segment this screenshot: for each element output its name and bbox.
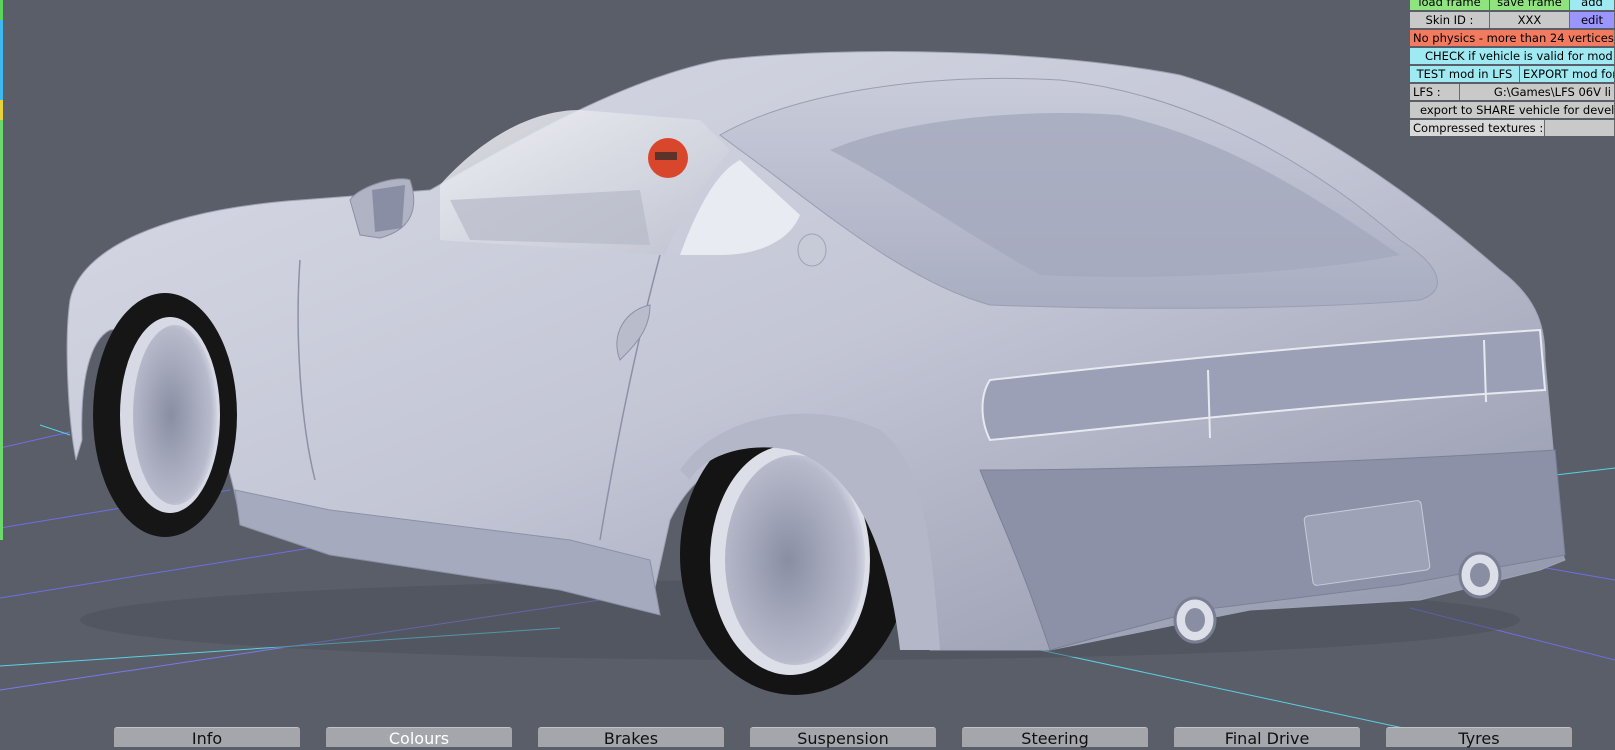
export-share-button[interactable]: export to SHARE vehicle for develo [1410, 102, 1615, 118]
3d-viewport[interactable] [0, 0, 1615, 743]
save-frame-button[interactable]: save frame [1490, 0, 1570, 10]
car-model-icon [66, 51, 1566, 695]
tab-tyres[interactable]: Tyres [1386, 727, 1572, 748]
lfs-label: LFS : [1410, 84, 1460, 100]
compressed-textures-label: Compressed textures : [1410, 120, 1545, 136]
tab-info[interactable]: Info [114, 727, 300, 748]
left-edge-strip [0, 0, 3, 560]
tab-suspension[interactable]: Suspension [750, 727, 936, 748]
compressed-textures-toggle[interactable] [1545, 120, 1615, 136]
load-frame-button[interactable]: load frame [1410, 0, 1490, 10]
export-mod-button[interactable]: EXPORT mod for [1520, 66, 1615, 82]
share-row: export to SHARE vehicle for develo [1410, 102, 1615, 118]
lfs-path-row: LFS : G:\Games\LFS 06V li [1410, 84, 1615, 100]
tab-brakes[interactable]: Brakes [538, 727, 724, 748]
no-physics-warning: No physics - more than 24 vertices in lo [1410, 30, 1615, 46]
lfs-path-field[interactable]: G:\Games\LFS 06V li [1460, 84, 1615, 100]
skin-row: Skin ID : XXX edit [1410, 12, 1615, 28]
add-button[interactable]: add [1570, 0, 1615, 10]
tab-steering[interactable]: Steering [962, 727, 1148, 748]
physics-warning-row: No physics - more than 24 vertices in lo [1410, 30, 1615, 46]
check-row: CHECK if vehicle is valid for mod [1410, 48, 1615, 64]
test-export-row: TEST mod in LFS EXPORT mod for [1410, 66, 1615, 82]
test-mod-button[interactable]: TEST mod in LFS [1410, 66, 1520, 82]
compressed-row: Compressed textures : [1410, 120, 1615, 136]
tab-final-drive[interactable]: Final Drive [1174, 727, 1360, 748]
edit-button[interactable]: edit [1570, 12, 1615, 28]
tab-colours[interactable]: Colours [326, 727, 512, 748]
bottom-tab-bar: Info Colours Brakes Suspension Steering … [0, 727, 1615, 748]
check-valid-button[interactable]: CHECK if vehicle is valid for mod [1410, 48, 1615, 64]
skin-id-label: Skin ID : [1410, 12, 1490, 28]
frame-row: load frame save frame add [1410, 0, 1615, 10]
skin-id-value[interactable]: XXX [1490, 12, 1570, 28]
driver-helmet-icon [648, 138, 688, 178]
